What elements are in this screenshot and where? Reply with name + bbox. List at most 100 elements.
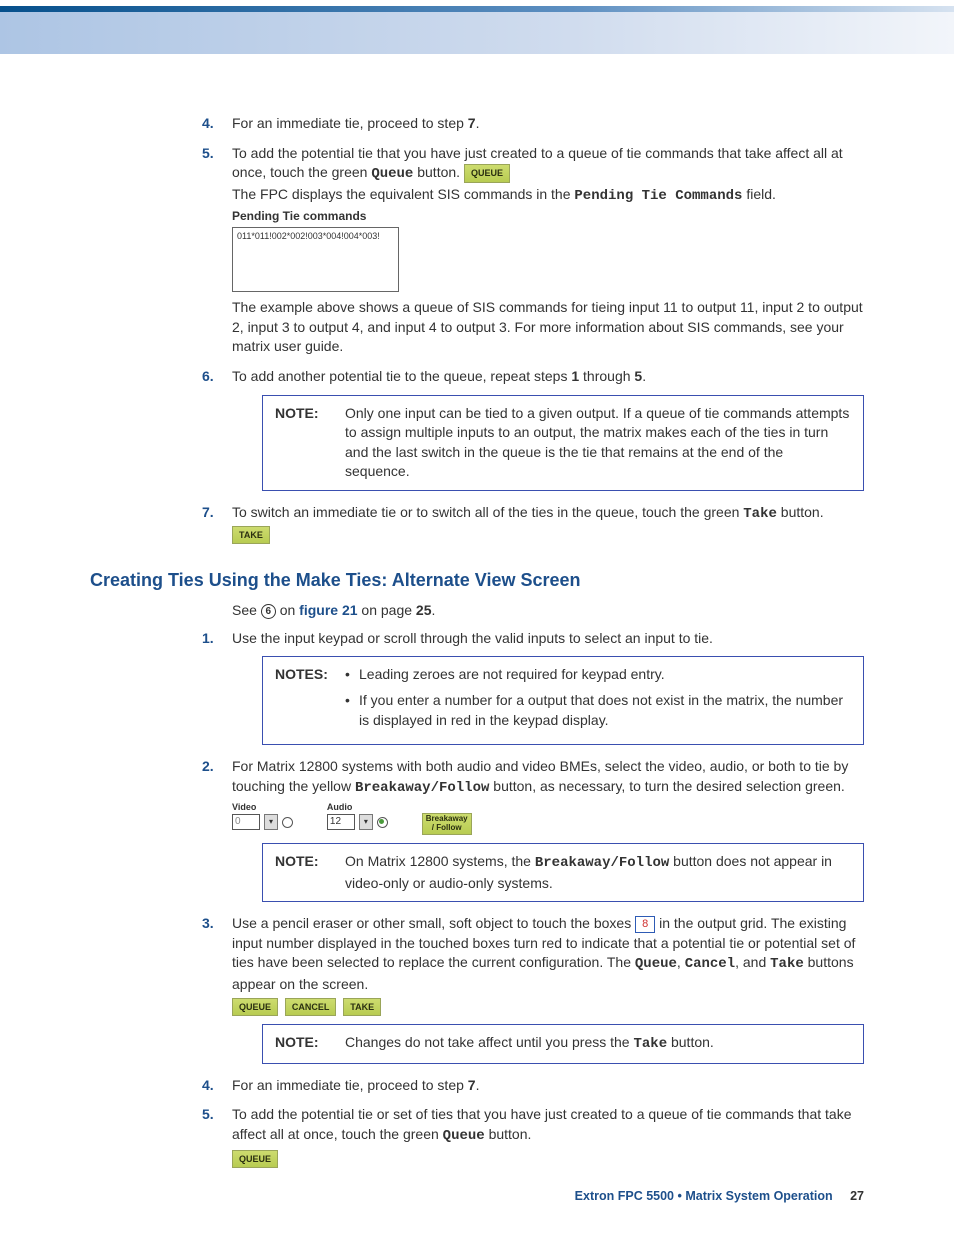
note-label: NOTES: xyxy=(275,665,341,685)
text: button. xyxy=(413,164,464,180)
button-row: QUEUE CANCEL TAKE xyxy=(232,997,864,1017)
text: The FPC displays the equivalent SIS comm… xyxy=(232,186,574,202)
text: Changes do not take affect until you pre… xyxy=(345,1034,633,1050)
text: To add the potential tie that you have j… xyxy=(232,145,843,181)
steps-list-a: 4. For an immediate tie, proceed to step… xyxy=(202,114,864,544)
bstep-4: 4. For an immediate tie, proceed to step… xyxy=(202,1076,864,1096)
step-ref: 1 xyxy=(571,368,579,384)
queue-word: Queue xyxy=(371,166,413,182)
text: To add the potential tie or set of ties … xyxy=(232,1106,852,1142)
video-input[interactable]: 0 xyxy=(232,814,260,830)
text: field. xyxy=(742,186,775,202)
video-panel: Video 0 ▾ xyxy=(232,801,293,830)
footer-product: Extron FPC 5500 • Matrix System Operatio… xyxy=(575,1189,833,1203)
figure-link[interactable]: figure 21 xyxy=(299,602,357,618)
text: button. xyxy=(777,504,824,520)
take-button[interactable]: TAKE xyxy=(343,998,381,1017)
text: through xyxy=(579,368,634,384)
step-6: 6. To add another potential tie to the q… xyxy=(202,367,864,491)
video-radio[interactable] xyxy=(282,817,293,828)
text: Use the input keypad or scroll through t… xyxy=(232,630,713,646)
section-heading: Creating Ties Using the Make Ties: Alter… xyxy=(90,568,864,593)
bstep-5: 5. To add the potential tie or set of ti… xyxy=(202,1105,864,1168)
note-label: NOTE: xyxy=(275,1033,341,1053)
step-number: 6. xyxy=(202,367,214,387)
note-box-4: NOTE: Changes do not take affect until y… xyxy=(262,1024,864,1064)
button-row: QUEUE xyxy=(232,1149,864,1169)
text: Use a pencil eraser or other small, soft… xyxy=(232,915,635,931)
text: For an immediate tie, proceed to step xyxy=(232,115,468,131)
note-label: NOTE: xyxy=(275,852,341,872)
header-gradient xyxy=(0,6,954,54)
note-body: Only one input can be tied to a given ou… xyxy=(345,404,851,482)
text: . xyxy=(642,368,646,384)
step-number: 5. xyxy=(202,144,214,164)
text: To add another potential tie to the queu… xyxy=(232,368,571,384)
note-body: Changes do not take affect until you pre… xyxy=(345,1033,851,1055)
text: . xyxy=(432,602,436,618)
step-number: 4. xyxy=(202,114,214,134)
note-box-1: NOTE: Only one input can be tied to a gi… xyxy=(262,395,864,491)
dropdown-icon[interactable]: ▾ xyxy=(359,814,373,830)
page-ref: 25 xyxy=(416,602,432,618)
step-5: 5. To add the potential tie that you hav… xyxy=(202,144,864,357)
output-cell[interactable]: 8 xyxy=(635,916,655,933)
footer-page-number: 27 xyxy=(850,1189,864,1203)
note-box-2: NOTES: Leading zeroes are not required f… xyxy=(262,656,864,745)
see-line: See 6 on figure 21 on page 25. xyxy=(232,601,864,621)
audio-radio[interactable] xyxy=(377,817,388,828)
note-body: Leading zeroes are not required for keyp… xyxy=(345,665,851,730)
take-word: Take xyxy=(770,956,804,972)
list-item: Leading zeroes are not required for keyp… xyxy=(345,665,851,685)
take-button[interactable]: TAKE xyxy=(232,526,270,545)
step-4: 4. For an immediate tie, proceed to step… xyxy=(202,114,864,134)
pending-commands-box: 011*011!002*002!003*004!004*003! xyxy=(232,227,399,292)
step-7: 7. To switch an immediate tie or to swit… xyxy=(202,503,864,544)
video-label: Video xyxy=(232,801,293,814)
text: on xyxy=(276,602,299,618)
queue-button[interactable]: QUEUE xyxy=(464,164,510,183)
pending-title: Pending Tie commands xyxy=(232,208,864,225)
queue-button[interactable]: QUEUE xyxy=(232,998,278,1017)
step-number: 7. xyxy=(202,503,214,523)
text: On Matrix 12800 systems, the xyxy=(345,853,535,869)
page-content: 4. For an immediate tie, proceed to step… xyxy=(0,54,954,1168)
note-body: On Matrix 12800 systems, the Breakaway/F… xyxy=(345,852,851,893)
bstep-1: 1. Use the input keypad or scroll throug… xyxy=(202,629,864,745)
audio-panel: Audio 12 ▾ xyxy=(327,801,388,830)
text: See xyxy=(232,602,261,618)
step-ref: 7 xyxy=(468,1077,476,1093)
text: To switch an immediate tie or to switch … xyxy=(232,504,743,520)
audio-input[interactable]: 12 xyxy=(327,814,355,830)
cancel-button[interactable]: CANCEL xyxy=(285,998,337,1017)
text: For an immediate tie, proceed to step xyxy=(232,1077,468,1093)
bstep-3: 3. Use a pencil eraser or other small, s… xyxy=(202,914,864,1064)
step-number: 2. xyxy=(202,757,214,777)
text: . xyxy=(476,115,480,131)
cancel-word: Cancel xyxy=(685,956,735,972)
step-number: 4. xyxy=(202,1076,214,1096)
text: button, as necessary, to turn the desire… xyxy=(489,778,844,794)
bf-word: Breakaway/Follow xyxy=(535,855,669,871)
bf-word: Breakaway/Follow xyxy=(355,780,489,796)
field-name: Pending Tie Commands xyxy=(574,188,742,204)
step-number: 5. xyxy=(202,1105,214,1125)
video-audio-panel: Video 0 ▾ Audio 12 ▾ Breakaway / Follow xyxy=(232,801,864,835)
note-box-3: NOTE: On Matrix 12800 systems, the Break… xyxy=(262,843,864,902)
text: on page xyxy=(358,602,416,618)
note-label: NOTE: xyxy=(275,404,341,424)
breakaway-follow-button[interactable]: Breakaway / Follow xyxy=(422,813,472,835)
list-item: If you enter a number for a output that … xyxy=(345,691,851,730)
page-footer: Extron FPC 5500 • Matrix System Operatio… xyxy=(575,1188,864,1206)
text: button. xyxy=(667,1034,714,1050)
circled-ref: 6 xyxy=(261,604,276,619)
dropdown-icon[interactable]: ▾ xyxy=(264,814,278,830)
text: The example above shows a queue of SIS c… xyxy=(232,298,864,357)
step-number: 1. xyxy=(202,629,214,649)
bstep-2: 2. For Matrix 12800 systems with both au… xyxy=(202,757,864,902)
bf-button-wrap: Breakaway / Follow xyxy=(422,813,472,835)
steps-list-b: 1. Use the input keypad or scroll throug… xyxy=(202,629,864,1168)
header-rule xyxy=(0,6,954,12)
queue-button[interactable]: QUEUE xyxy=(232,1150,278,1169)
step-ref: 7 xyxy=(468,115,476,131)
